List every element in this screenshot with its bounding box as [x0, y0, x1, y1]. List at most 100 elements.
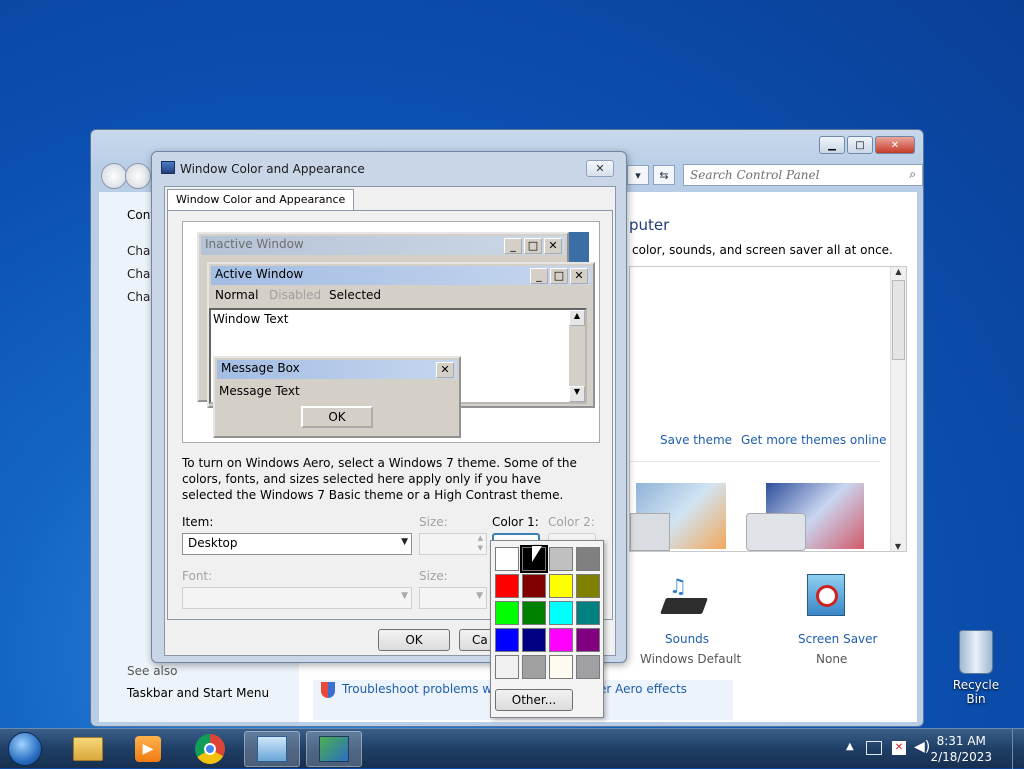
sounds-icon[interactable]: ♫: [659, 574, 709, 620]
color-swatch[interactable]: [549, 628, 573, 652]
troubleshoot-link[interactable]: Troubleshoot problems with: [342, 682, 508, 696]
taskbar-media-player[interactable]: ▶: [120, 731, 176, 767]
close-button[interactable]: ✕: [875, 136, 915, 154]
size-stepper[interactable]: ▲ ▼: [419, 533, 487, 555]
forward-button[interactable]: [125, 163, 151, 189]
color-swatch[interactable]: [576, 574, 600, 598]
preview-active-title[interactable]: Active Window _ □ ✕: [211, 266, 591, 285]
color-swatch[interactable]: [549, 601, 573, 625]
dialog-title: Window Color and Appearance: [180, 162, 365, 176]
back-button[interactable]: [101, 163, 127, 189]
preview-menu-selected[interactable]: Selected: [329, 288, 381, 302]
theme-thumbnail-window: [630, 513, 670, 551]
other-color-button[interactable]: Other...: [495, 689, 573, 711]
maximize-icon: □: [524, 238, 542, 254]
preview-window-text: Window Text: [213, 312, 289, 326]
action-center-icon[interactable]: ✕: [892, 741, 906, 755]
taskbar-window-color[interactable]: [306, 731, 362, 767]
color-swatch[interactable]: [576, 601, 600, 625]
show-hidden-icons-button[interactable]: ▲: [846, 741, 854, 752]
taskbar-explorer[interactable]: [60, 731, 116, 767]
sounds-link[interactable]: Sounds: [665, 632, 709, 646]
preview-menu-disabled[interactable]: Disabled: [269, 288, 321, 302]
color-swatch[interactable]: [495, 574, 519, 598]
preview-menu-normal[interactable]: Normal: [215, 288, 258, 302]
color-swatch[interactable]: [576, 547, 600, 571]
maximize-button[interactable]: □: [847, 136, 873, 154]
color-swatch[interactable]: [522, 655, 546, 679]
volume-icon[interactable]: ◀): [914, 739, 930, 755]
font-dropdown[interactable]: ▼: [182, 587, 412, 609]
address-dropdown-button[interactable]: ▾: [627, 165, 649, 185]
font-label: Font:: [182, 569, 213, 583]
taskbar-start-menu-link[interactable]: Taskbar and Start Menu: [127, 686, 269, 700]
color-swatch[interactable]: [522, 628, 546, 652]
taskbar-control-panel[interactable]: [244, 731, 300, 767]
color-swatch[interactable]: [576, 655, 600, 679]
close-icon: ✕: [436, 362, 454, 378]
maximize-icon: □: [550, 268, 568, 284]
font-size-dropdown[interactable]: ▼: [419, 587, 487, 609]
themes-scrollbar[interactable]: ▲ ▼: [890, 267, 906, 551]
recycle-bin-icon: [959, 630, 993, 674]
display-icon: [319, 736, 349, 762]
dialog-close-button[interactable]: ✕: [586, 160, 614, 177]
monitor-icon: [161, 161, 175, 174]
color-swatch[interactable]: [549, 547, 573, 571]
color2-label: Color 2:: [548, 515, 595, 529]
color-swatch[interactable]: [495, 655, 519, 679]
color-swatch[interactable]: [495, 547, 519, 571]
taskbar-chrome[interactable]: [182, 731, 238, 767]
tab-window-color-appearance[interactable]: Window Color and Appearance: [167, 189, 355, 211]
shield-icon: [321, 682, 335, 698]
taskbar: ▶ ▲ ✕ ◀) 8:31 AM 2/18/2023: [0, 728, 1024, 769]
windows-logo-icon: [8, 732, 42, 766]
aero-info-text: To turn on Windows Aero, select a Window…: [182, 456, 577, 502]
sounds-value: Windows Default: [640, 652, 742, 666]
msgbox-text: Message Text: [219, 384, 300, 398]
chevron-down-icon: ▼: [401, 591, 408, 601]
color-swatch[interactable]: [522, 601, 546, 625]
color-swatch[interactable]: [495, 628, 519, 652]
appearance-preview[interactable]: Inactive Window _ □ ✕ Active Window _ □ …: [182, 221, 600, 443]
minimize-button[interactable]: ▁: [819, 136, 845, 154]
preview-message-box[interactable]: Message Box ✕ Message Text OK: [213, 356, 461, 438]
start-button[interactable]: [0, 731, 50, 767]
network-icon[interactable]: [866, 741, 882, 755]
search-icon[interactable]: ⌕: [909, 167, 916, 182]
item-dropdown-value: Desktop: [188, 536, 238, 550]
minimize-icon: _: [530, 268, 548, 284]
item-dropdown[interactable]: Desktop ▼: [182, 533, 412, 555]
screen-saver-value: None: [816, 652, 848, 666]
color-swatch[interactable]: [576, 628, 600, 652]
recycle-bin[interactable]: Recycle Bin: [944, 630, 1008, 706]
close-icon: ✕: [570, 268, 588, 284]
preview-inactive-title[interactable]: Inactive Window _ □ ✕: [201, 236, 565, 255]
preview-msgbox-title[interactable]: Message Box ✕: [217, 360, 457, 379]
color-swatch[interactable]: [549, 655, 573, 679]
preview-scrollbar[interactable]: ▲ ▼: [569, 310, 585, 402]
themes-list[interactable]: ▲ ▼ Save theme Get more themes online: [629, 266, 907, 552]
inactive-window-title: Inactive Window: [205, 237, 304, 251]
system-clock[interactable]: 8:31 AM 2/18/2023: [930, 733, 992, 765]
size-label: Size:: [419, 515, 448, 529]
screen-saver-icon[interactable]: [807, 574, 845, 616]
clock-time: 8:31 AM: [936, 734, 986, 748]
preview-desktop[interactable]: Inactive Window _ □ ✕ Active Window _ □ …: [197, 232, 595, 438]
show-desktop-button[interactable]: [1012, 729, 1024, 769]
media-player-icon: ▶: [135, 736, 161, 762]
search-input[interactable]: Search Control Panel ⌕: [683, 164, 923, 186]
color-swatch[interactable]: [522, 574, 546, 598]
ok-button[interactable]: OK: [378, 629, 450, 651]
screen-saver-link[interactable]: Screen Saver: [798, 632, 877, 646]
color-swatch[interactable]: [549, 574, 573, 598]
preview-ok-button[interactable]: OK: [301, 406, 373, 428]
save-theme-link[interactable]: Save theme: [660, 433, 732, 447]
color1-label: Color 1:: [492, 515, 539, 529]
refresh-button[interactable]: ⇆: [653, 165, 675, 185]
get-more-themes-link[interactable]: Get more themes online: [741, 433, 887, 447]
aero-effects-link[interactable]: er Aero effects: [599, 682, 687, 696]
color-swatch[interactable]: [495, 601, 519, 625]
folder-icon: [73, 737, 103, 761]
page-heading: puter: [629, 216, 670, 234]
